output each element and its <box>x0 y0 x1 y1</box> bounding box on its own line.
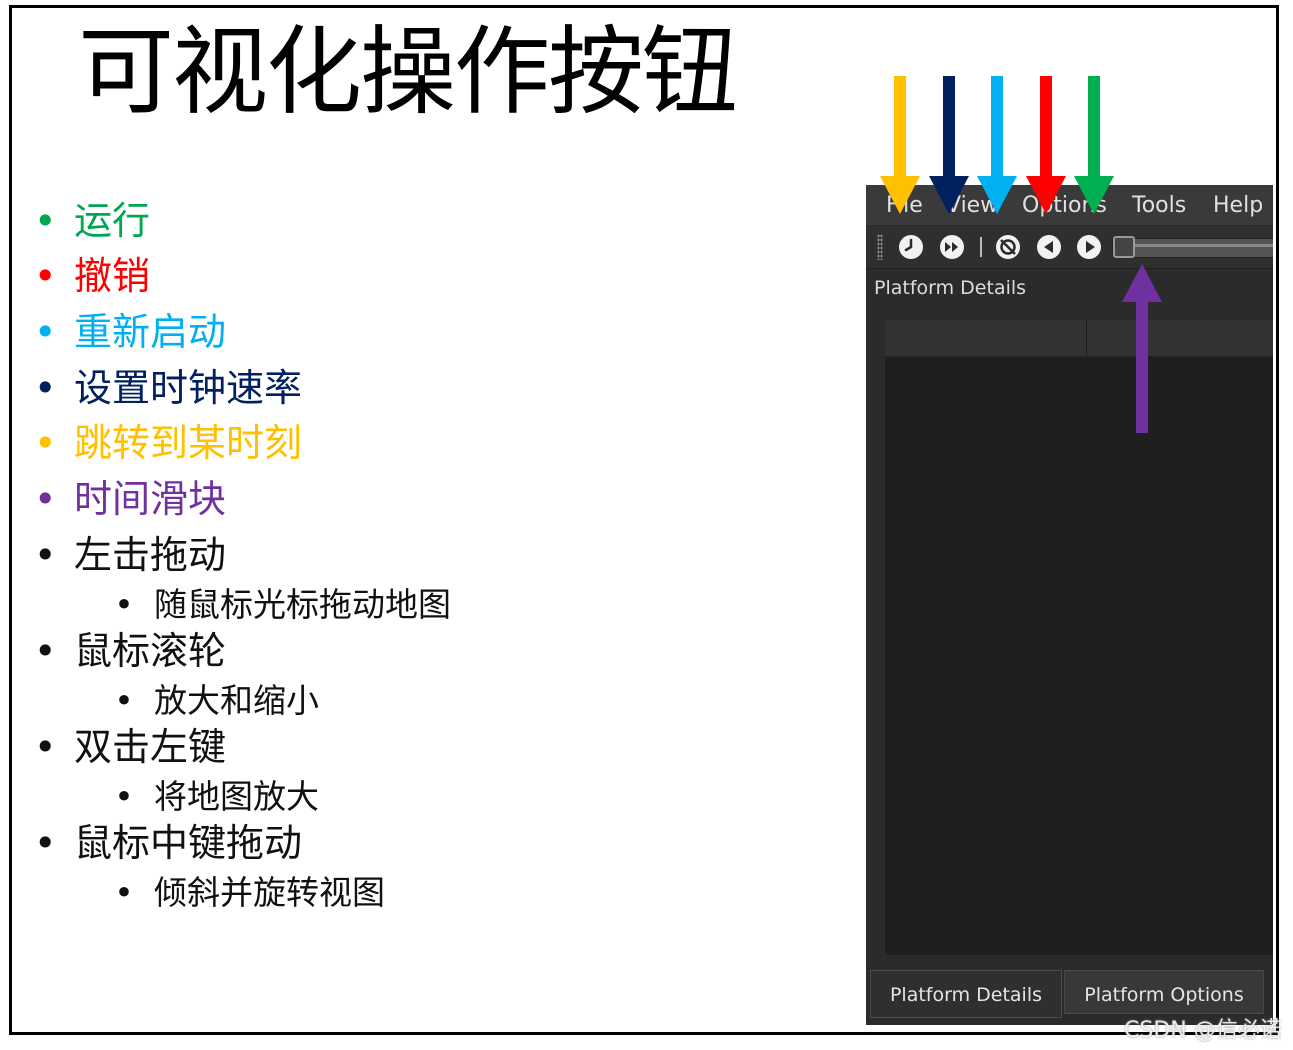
slide-title: 可视化操作按钮 <box>78 16 738 128</box>
purple-arrow-icon <box>1122 264 1162 433</box>
toolbar <box>866 226 1273 269</box>
bullet-text: 设置时钟速率 <box>74 366 303 410</box>
sub-bullet-text: 将地图放大 <box>154 777 319 816</box>
step-back-icon[interactable] <box>1036 234 1062 260</box>
tab-platform-options[interactable]: Platform Options <box>1064 970 1264 1014</box>
menu-help[interactable]: Help <box>1213 193 1263 218</box>
app-screenshot: File View Options Tools Help <box>866 185 1273 1025</box>
sub-bullet-text: 倾斜并旋转视图 <box>154 873 385 912</box>
play-icon[interactable] <box>1076 234 1102 260</box>
sub-bullet-text: 放大和缩小 <box>154 681 319 720</box>
watermark: CSDN @信必诺 <box>1124 1018 1282 1043</box>
tab-platform-details[interactable]: Platform Details <box>870 970 1062 1018</box>
bullet-dot: • <box>34 310 57 354</box>
bullet-dot: • <box>114 681 134 720</box>
bullet-dot: • <box>34 629 57 673</box>
column-divider[interactable] <box>1086 320 1087 356</box>
bullet-text: 运行 <box>74 199 151 243</box>
time-slider[interactable] <box>1112 238 1273 258</box>
bullet-dot: • <box>34 533 57 577</box>
bullet-dot: • <box>34 725 57 769</box>
bullet-text: 时间滑块 <box>74 477 227 521</box>
bullet-text: 重新启动 <box>74 310 227 354</box>
toolbar-grip-icon[interactable] <box>877 234 883 260</box>
navy-arrow-icon <box>929 76 969 214</box>
bullet-dot: • <box>114 777 134 816</box>
bullet-dot: • <box>34 477 57 521</box>
bullet-text: 左击拖动 <box>74 533 227 577</box>
bullet-dot: • <box>34 199 57 243</box>
green-arrow-icon <box>1074 76 1114 214</box>
time-slider-handle[interactable] <box>1113 236 1135 258</box>
toolbar-separator <box>980 237 982 257</box>
bullet-dot: • <box>34 254 57 298</box>
bullet-text: 撤销 <box>74 254 151 298</box>
table-header <box>885 320 1273 357</box>
red-arrow-icon <box>1026 76 1066 214</box>
bullet-dot: • <box>34 821 57 865</box>
restart-icon[interactable] <box>995 234 1021 260</box>
bullet-dot: • <box>114 585 134 624</box>
bullet-dot: • <box>114 873 134 912</box>
yellow-arrow-icon <box>880 76 920 214</box>
panel-title: Platform Details <box>874 277 1027 299</box>
time-slider-line <box>1113 244 1273 247</box>
details-table <box>885 320 1273 955</box>
bullet-dot: • <box>34 421 57 465</box>
bullet-text: 鼠标中键拖动 <box>74 821 303 865</box>
bullet-text: 跳转到某时刻 <box>74 421 303 465</box>
bullet-text: 双击左键 <box>74 725 227 769</box>
clock-icon[interactable] <box>898 234 924 260</box>
fast-forward-icon[interactable] <box>939 234 965 260</box>
sub-bullet-text: 随鼠标光标拖动地图 <box>154 585 451 624</box>
bullet-text: 鼠标滚轮 <box>74 629 227 673</box>
light-blue-arrow-icon <box>977 76 1017 214</box>
menu-tools[interactable]: Tools <box>1132 193 1186 218</box>
bullet-dot: • <box>34 366 57 410</box>
